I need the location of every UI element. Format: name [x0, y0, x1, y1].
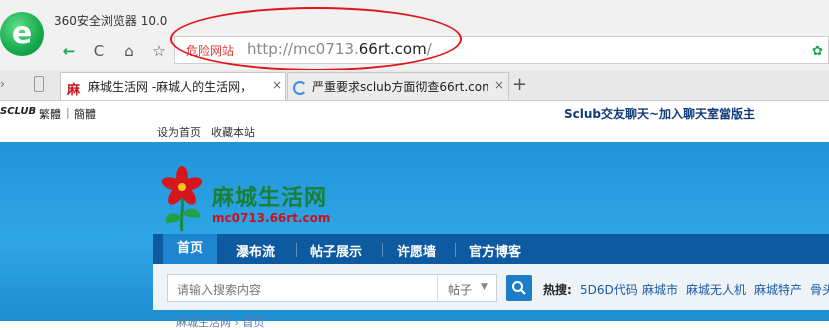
nav-home[interactable]: 首页: [163, 234, 218, 264]
hot-search-link[interactable]: 麻城无人机: [686, 281, 746, 298]
breadcrumb: 麻城生活网 › 首页: [176, 316, 265, 329]
site-favicon-icon: 麻: [67, 83, 81, 98]
tab-label: 严重要求sclub方面彻查66rt.com: [312, 80, 488, 94]
hot-search-label: 热搜:: [543, 283, 572, 297]
app-title: 360安全浏览器 10.0: [54, 14, 168, 28]
lang-traditional-link[interactable]: 繁體: [39, 106, 61, 122]
browser-logo-glyph: e: [11, 16, 33, 51]
nav-waterfall[interactable]: 瀑布流: [236, 241, 275, 260]
home-button[interactable]: ⌂: [118, 40, 140, 62]
chatroom-link[interactable]: Sclub交友聊天~加入聊天室當版主: [564, 105, 755, 122]
close-icon[interactable]: ×: [272, 78, 282, 92]
hot-search-link[interactable]: 麻城特产: [754, 281, 802, 298]
lang-divider: |: [66, 106, 70, 119]
nav-divider: [455, 243, 456, 257]
nav-wishwall[interactable]: 许愿墙: [397, 241, 436, 260]
search-placeholder: 请输入搜索内容: [177, 283, 262, 297]
chevron-down-icon: ▼: [481, 282, 488, 292]
nav-divider: [382, 243, 383, 257]
new-tab-button[interactable]: +: [512, 74, 527, 95]
nav-divider: [296, 243, 297, 257]
flower-logo-icon: [161, 166, 203, 232]
close-icon[interactable]: ×: [494, 78, 504, 92]
tab-label: 麻城生活网 -麻城人的生活网，: [88, 80, 253, 94]
favorite-button[interactable]: ☆: [148, 40, 170, 62]
hot-search-link[interactable]: 5D6D代码: [580, 281, 638, 298]
hot-search-link[interactable]: 麻城市: [642, 281, 678, 298]
hot-search-link[interactable]: 骨头: [810, 281, 829, 298]
nav-blog[interactable]: 官方博客: [469, 241, 521, 260]
lang-simplified-link[interactable]: 簡體: [74, 106, 96, 122]
back-button[interactable]: ←: [58, 40, 80, 62]
set-home-link[interactable]: 设为首页: [157, 124, 201, 140]
bookmark-link[interactable]: 收藏本站: [211, 124, 255, 140]
site-brand-name[interactable]: 麻城生活网: [212, 180, 327, 212]
sclub-logo[interactable]: SCLUB: [0, 106, 36, 117]
red-annotation-circle: [170, 7, 462, 71]
site-brand-url: mc0713.66rt.com: [212, 211, 331, 225]
search-type-value: 帖子: [448, 283, 473, 297]
loading-icon: [293, 81, 307, 95]
nav-posts[interactable]: 帖子展示: [310, 241, 362, 260]
search-icon: [512, 281, 526, 295]
device-icon[interactable]: [34, 76, 44, 92]
reload-button[interactable]: C: [88, 40, 110, 62]
sidebar-toggle-icon[interactable]: ›: [0, 77, 5, 91]
extension-icon[interactable]: ✿: [812, 44, 823, 59]
